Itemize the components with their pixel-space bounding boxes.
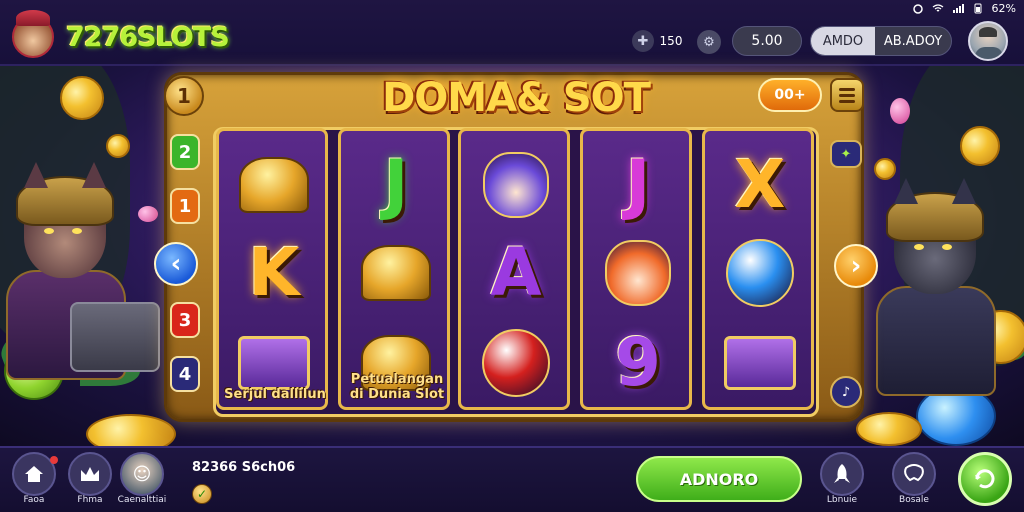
logo-mascot-icon — [12, 10, 54, 58]
profile-button[interactable]: ☺ — [120, 452, 164, 496]
reel-2: J Petualangan di Dunia Slot — [338, 128, 450, 410]
signal-icon — [952, 3, 964, 14]
payline-4[interactable]: 4 — [170, 356, 200, 392]
reel-5: X — [702, 128, 814, 410]
menu-button[interactable] — [830, 78, 864, 112]
symbol-caption: Petualangan di Dunia Slot — [349, 372, 445, 403]
blue-swirl-orb-icon — [715, 231, 805, 315]
puzzle-button[interactable] — [892, 452, 936, 496]
refresh-icon — [975, 469, 995, 489]
play-button[interactable]: ADNORO — [636, 456, 802, 502]
bet-button[interactable]: 00+ — [758, 78, 822, 112]
stone-chest-icon — [70, 302, 160, 372]
corner-number-badge[interactable]: 1 — [164, 76, 204, 116]
segment-left[interactable]: AMDO — [811, 27, 875, 55]
settings-gear-icon[interactable]: ⚙ — [697, 30, 721, 54]
symbol-letter-text: J — [383, 146, 409, 223]
nav-label-rocket: Lbnuie — [826, 495, 858, 505]
nav-label-puzzle: Bosale — [899, 495, 929, 505]
side-sound-button[interactable]: ♪ — [830, 376, 862, 408]
symbol-letter-text: K — [248, 234, 300, 311]
gold-coin-icon — [106, 134, 130, 158]
symbol-letter: 9 — [593, 321, 683, 405]
mode-segment-control: AMDO AB.ADOY — [810, 26, 952, 56]
symbol-letter-text: 9 — [615, 324, 661, 401]
battery-icon — [972, 3, 984, 14]
wolf-face-icon — [471, 143, 561, 227]
menu-line — [839, 99, 855, 103]
segment-right[interactable]: AB.ADOY — [875, 27, 951, 55]
system-status-bar: 62% — [912, 0, 1016, 16]
wolf-warrior-right — [876, 178, 996, 396]
payline-1[interactable]: 1 — [170, 188, 200, 224]
reel-4: J9 — [580, 128, 692, 410]
score-text: 82366 S6ch06 — [192, 460, 296, 475]
symbol-letter-text: A — [490, 234, 542, 311]
symbol-caption: Serjul dallilun — [224, 387, 326, 403]
side-info-button[interactable]: ✦ — [830, 140, 862, 168]
golden-bell-icon — [239, 157, 309, 213]
gold-coin-icon — [960, 126, 1000, 166]
pink-gem-icon — [138, 206, 158, 222]
crown-button[interactable] — [68, 452, 112, 496]
gold-coin-icon — [86, 414, 176, 446]
blue-swirl-orb-icon — [726, 239, 794, 307]
symbol-letter: K — [229, 231, 319, 315]
home-icon — [25, 466, 43, 482]
previous-arrow-button[interactable]: ‹ — [154, 242, 198, 286]
golden-bell-icon — [229, 143, 319, 227]
reel-3: A — [458, 128, 570, 410]
gold-coin-icon — [60, 76, 104, 120]
purple-book-icon — [715, 321, 805, 405]
nav-label-crown: Fhma — [77, 495, 103, 505]
red-gem-icon — [471, 321, 561, 405]
pink-gem-icon — [890, 98, 910, 124]
puzzle-icon — [904, 464, 924, 482]
symbol-letter-text: X — [734, 146, 786, 223]
symbol-letter-text: J — [625, 146, 651, 223]
battery-text: 62% — [991, 1, 1016, 15]
symbol-letter: X — [715, 143, 805, 227]
gold-coin-icon — [856, 412, 922, 446]
nav-label-home: Faoa — [23, 495, 45, 505]
menu-line — [839, 87, 855, 91]
red-gem-icon — [482, 329, 550, 397]
lives-icon: ✚ — [632, 30, 654, 52]
rocket-icon — [834, 464, 850, 483]
alarm-icon — [912, 3, 924, 14]
symbol-letter: J — [351, 143, 441, 227]
balance-pill[interactable]: 5.00 — [732, 26, 802, 56]
wolf-face-icon — [483, 152, 549, 218]
game-title: DOMA& SOT — [382, 75, 651, 121]
lives-count: 150 — [659, 34, 683, 48]
purple-book-icon — [724, 336, 796, 390]
user-avatar[interactable] — [968, 21, 1008, 61]
fox-face-icon — [605, 240, 671, 306]
logo-text: 7276SLOTS — [66, 22, 230, 53]
payline-2[interactable]: 2 — [170, 134, 200, 170]
golden-bell-icon — [351, 231, 441, 315]
check-coin-icon: ✓ — [192, 484, 212, 504]
profile-avatar-icon: ☺ — [132, 463, 152, 485]
treasure-chest-icon — [238, 336, 310, 390]
next-arrow-button[interactable]: › — [834, 244, 878, 288]
golden-bell-icon — [361, 245, 431, 301]
spin-button[interactable] — [958, 452, 1012, 506]
notification-dot — [50, 456, 58, 464]
menu-line — [839, 93, 855, 97]
fox-face-icon — [593, 231, 683, 315]
top-bar: 7276SLOTS 62% ✚ 150 ⚙ 5.00 AMDO AB.ADOY — [0, 0, 1024, 66]
symbol-letter: A — [471, 231, 561, 315]
symbol-letter: J — [593, 143, 683, 227]
crown-icon — [81, 467, 99, 481]
payline-3[interactable]: 3 — [170, 302, 200, 338]
reel-1: K Serjul dallilun — [216, 128, 328, 410]
nav-label-profile: Caenalttiai — [117, 495, 167, 505]
wifi-icon — [932, 3, 944, 14]
gold-coin-icon — [874, 158, 896, 180]
rocket-button[interactable] — [820, 452, 864, 496]
